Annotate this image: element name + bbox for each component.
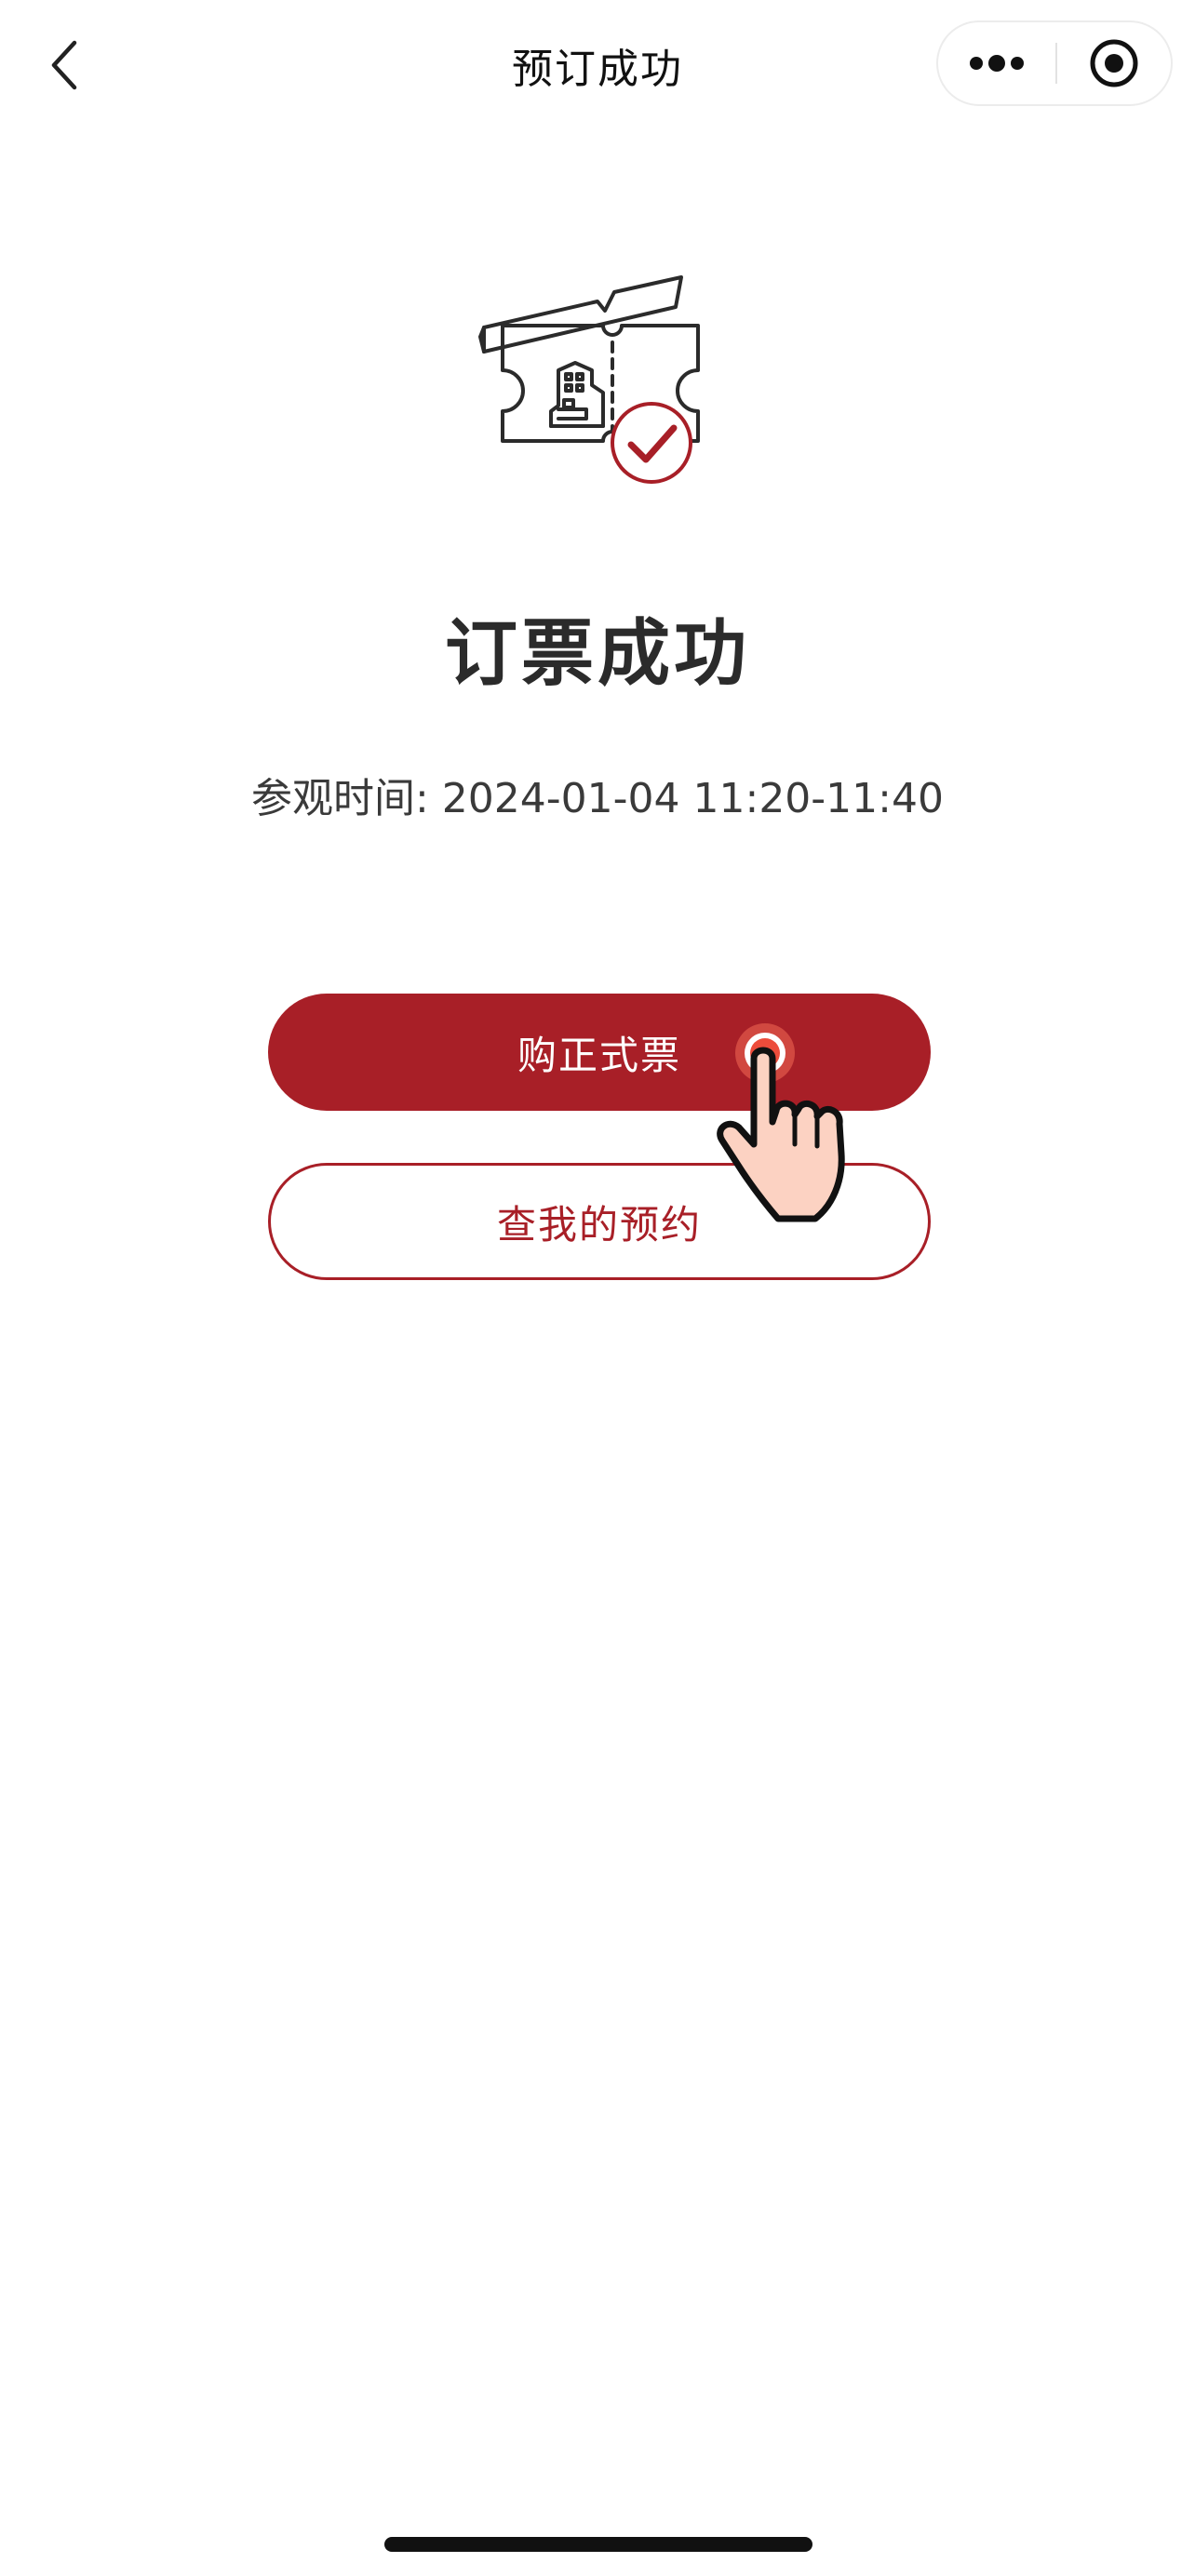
navigation-bar: 预订成功 bbox=[0, 0, 1195, 130]
more-button[interactable] bbox=[938, 22, 1055, 104]
close-mini-program-button[interactable] bbox=[1057, 22, 1171, 104]
view-my-reservation-button[interactable]: 查我的预约 bbox=[268, 1163, 931, 1280]
buy-official-ticket-label: 购正式票 bbox=[517, 1032, 681, 1078]
ticket-success-icon bbox=[478, 275, 700, 484]
target-close-icon bbox=[1090, 39, 1138, 87]
visit-time: 参观时间: 2024-01-04 11:20-11:40 bbox=[251, 775, 944, 822]
success-title: 订票成功 bbox=[444, 612, 750, 696]
more-dots-icon bbox=[970, 55, 1024, 72]
mini-program-capsule bbox=[936, 20, 1173, 106]
buy-official-ticket-button[interactable]: 购正式票 bbox=[268, 994, 931, 1111]
view-my-reservation-label: 查我的预约 bbox=[496, 1201, 702, 1248]
home-indicator[interactable] bbox=[384, 2537, 812, 2552]
